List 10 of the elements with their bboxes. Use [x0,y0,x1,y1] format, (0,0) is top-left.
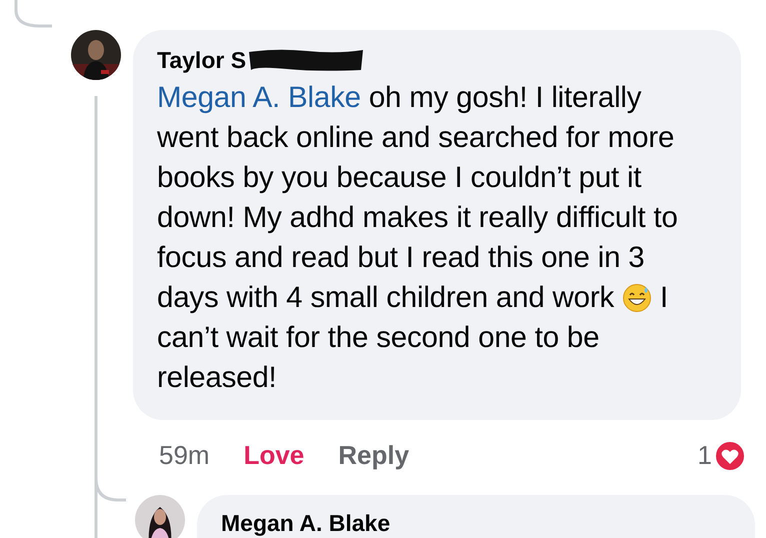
grin-sweat-icon [622,283,652,313]
reply-button[interactable]: Reply [338,436,410,475]
author-name[interactable]: Taylor S [157,46,246,74]
mention-link[interactable]: Megan A. Blake [157,81,361,114]
timestamp[interactable]: 59m [159,436,210,475]
author-name[interactable]: Megan A. Blake [221,510,390,536]
comment-text: Megan A. Blake oh my gosh! I literally went back online and searched for more books by you because I couldn’t put it down! My adhd makes it really difficult to focus and read but I read this one in 3 days with 4 small children and work I can’t wait for the second one to be released! [157,80,679,396]
love-button[interactable]: Love [244,436,304,475]
reaction-count[interactable]: 1 [698,436,712,475]
thread-connector [14,0,54,28]
